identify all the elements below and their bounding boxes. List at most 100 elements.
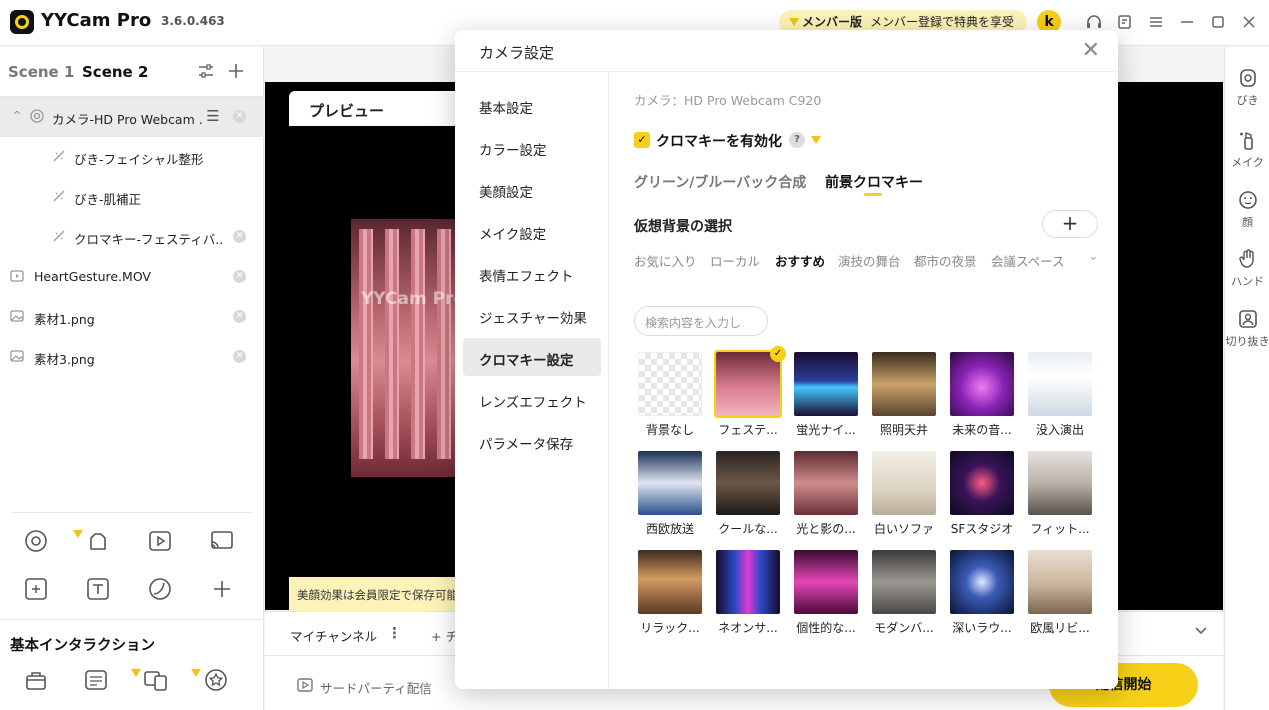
rail-item-face[interactable]: 顔 xyxy=(1225,189,1269,245)
hand-icon xyxy=(1237,248,1259,270)
category-favorites[interactable]: お気に入り xyxy=(634,251,697,270)
remove-source-icon[interactable]: ✕ xyxy=(233,270,246,283)
remove-source-icon[interactable]: ✕ xyxy=(233,310,246,323)
category-meeting-space[interactable]: 会議スペース xyxy=(991,251,1065,270)
source-row-video[interactable]: HeartGesture.MOV ✕ xyxy=(0,257,264,297)
background-thumbnail[interactable] xyxy=(714,350,782,418)
add-text-icon[interactable] xyxy=(85,576,111,602)
tab-scene-2[interactable]: Scene 2 xyxy=(82,63,148,81)
source-row-image-1[interactable]: 素材1.png ✕ xyxy=(0,297,264,337)
chevron-down-icon[interactable] xyxy=(1193,622,1209,638)
add-more-sources-icon[interactable] xyxy=(209,576,235,602)
add-sticker-icon[interactable] xyxy=(147,576,173,602)
beauty-icon xyxy=(1237,67,1259,89)
remove-source-icon[interactable]: ✕ xyxy=(233,110,246,123)
background-search-input[interactable]: 検索内容を入力し xyxy=(634,306,768,336)
source-menu-icon[interactable]: ☰ xyxy=(206,109,220,124)
enable-chroma-label[interactable]: クロマキーを有効化 xyxy=(656,131,782,151)
third-party-stream-icon[interactable] xyxy=(297,677,313,693)
menu-icon[interactable] xyxy=(1147,13,1165,31)
maximize-icon[interactable] xyxy=(1209,13,1227,31)
source-row-image-3[interactable]: 素材3.png ✕ xyxy=(0,337,264,377)
background-thumbnail[interactable] xyxy=(872,550,936,614)
background-thumbnail[interactable] xyxy=(716,550,780,614)
background-thumbnail[interactable] xyxy=(794,451,858,515)
background-thumbnail[interactable] xyxy=(950,352,1014,416)
add-video-icon[interactable] xyxy=(147,528,173,554)
category-city-night[interactable]: 都市の夜景 xyxy=(914,251,977,270)
remove-source-icon[interactable]: ✕ xyxy=(233,350,246,363)
category-recommended[interactable]: おすすめ xyxy=(775,251,825,270)
add-screen-cast-icon[interactable] xyxy=(209,528,235,554)
nav-beauty[interactable]: 美顔設定 xyxy=(463,170,601,208)
active-tab-indicator xyxy=(864,193,882,196)
background-thumbnail[interactable] xyxy=(950,451,1014,515)
close-window-icon[interactable] xyxy=(1240,13,1258,31)
tab-scene-1[interactable]: Scene 1 xyxy=(8,63,74,81)
background-thumbnail[interactable] xyxy=(1028,550,1092,614)
background-thumbnail[interactable] xyxy=(794,550,858,614)
video-file-icon xyxy=(10,269,24,283)
rail-item-makeup[interactable]: メイク xyxy=(1225,129,1269,185)
background-label: 白いソファ xyxy=(873,522,934,536)
add-region-capture-icon[interactable] xyxy=(23,576,49,602)
nav-color[interactable]: カラー設定 xyxy=(463,128,601,166)
multi-screen-icon[interactable] xyxy=(143,667,169,693)
add-background-button[interactable]: + xyxy=(1042,210,1098,238)
chevron-down-icon[interactable]: ⌄ xyxy=(1088,249,1099,264)
close-icon[interactable]: ✕ xyxy=(1082,40,1100,62)
settings-nav: 基本設定 カラー設定 美顔設定 メイク設定 表情エフェクト ジェスチャー効果 ク… xyxy=(455,73,609,689)
feedback-icon[interactable] xyxy=(1116,13,1134,31)
nav-basic[interactable]: 基本設定 xyxy=(463,86,601,124)
rail-item-hand[interactable]: ハンド xyxy=(1225,248,1269,304)
source-row-camera[interactable]: ^ カメラ-HD Pro Webcam ... ☰ ✕ xyxy=(0,97,264,137)
scene-settings-icon[interactable] xyxy=(197,62,215,84)
add-avatar-icon[interactable] xyxy=(85,528,111,554)
nav-lens-effect[interactable]: レンズエフェクト xyxy=(463,380,601,418)
add-scene-icon[interactable] xyxy=(227,62,245,84)
channel-tab[interactable]: マイチャンネル xyxy=(290,626,377,645)
nav-chroma-key[interactable]: クロマキー設定 xyxy=(463,338,601,376)
dialog-title: カメラ設定 xyxy=(479,44,555,62)
background-thumbnail[interactable] xyxy=(794,352,858,416)
remove-source-icon[interactable]: ✕ xyxy=(233,230,246,243)
background-thumbnail[interactable] xyxy=(872,352,936,416)
rail-item-beauty[interactable]: びき xyxy=(1225,67,1269,123)
tab-foreground-chroma[interactable]: 前景クロマキー xyxy=(825,172,923,192)
third-party-stream-label[interactable]: サードパーティ配信 xyxy=(320,678,432,697)
channel-options-icon[interactable]: ⋮ xyxy=(387,624,402,642)
headset-icon[interactable] xyxy=(1085,13,1103,31)
background-thumbnail[interactable] xyxy=(950,550,1014,614)
nav-gesture[interactable]: ジェスチャー効果 xyxy=(463,296,601,334)
source-row-face-shape[interactable]: びき-フェイシャル整形 xyxy=(0,137,264,177)
help-icon[interactable]: ? xyxy=(789,132,805,148)
background-thumbnail[interactable] xyxy=(638,451,702,515)
category-stage[interactable]: 演技の舞台 xyxy=(838,251,901,270)
rail-item-cutout[interactable]: 切り抜き xyxy=(1225,308,1269,364)
nav-expression[interactable]: 表情エフェクト xyxy=(463,254,601,292)
nav-save-params[interactable]: パラメータ保存 xyxy=(463,422,601,460)
favorite-star-icon[interactable] xyxy=(203,667,229,693)
app-name: YYCam Pro xyxy=(41,10,152,31)
effects-rail: びき メイク 顔 ハンド 切り抜き xyxy=(1224,47,1269,710)
nav-makeup[interactable]: メイク設定 xyxy=(463,212,601,250)
enable-chroma-checkbox[interactable]: ✓ xyxy=(634,132,650,148)
background-thumbnail[interactable] xyxy=(638,352,702,416)
background-thumbnail[interactable] xyxy=(638,550,702,614)
vip-gem-icon xyxy=(789,18,799,26)
collapse-icon[interactable]: ^ xyxy=(10,109,24,123)
source-row-chroma[interactable]: クロマキー-フェスティバ... ✕ xyxy=(0,217,264,257)
tab-green-blue-screen[interactable]: グリーン/ブルーバック合成 xyxy=(634,172,806,192)
minimize-icon[interactable] xyxy=(1178,13,1196,31)
source-row-skin[interactable]: びき-肌補正 xyxy=(0,177,264,217)
background-thumbnail[interactable] xyxy=(1028,451,1092,515)
background-thumbnail[interactable] xyxy=(872,451,936,515)
comment-panel-icon[interactable] xyxy=(83,667,109,693)
add-camera-icon[interactable] xyxy=(23,528,49,554)
camera-name: カメラ：HD Pro Webcam C920 xyxy=(634,93,822,108)
category-local[interactable]: ローカル xyxy=(710,251,760,270)
gift-box-icon[interactable] xyxy=(23,667,49,693)
background-thumbnail[interactable] xyxy=(1028,352,1092,416)
vip-gem-icon xyxy=(73,530,83,538)
background-thumbnail[interactable] xyxy=(716,451,780,515)
